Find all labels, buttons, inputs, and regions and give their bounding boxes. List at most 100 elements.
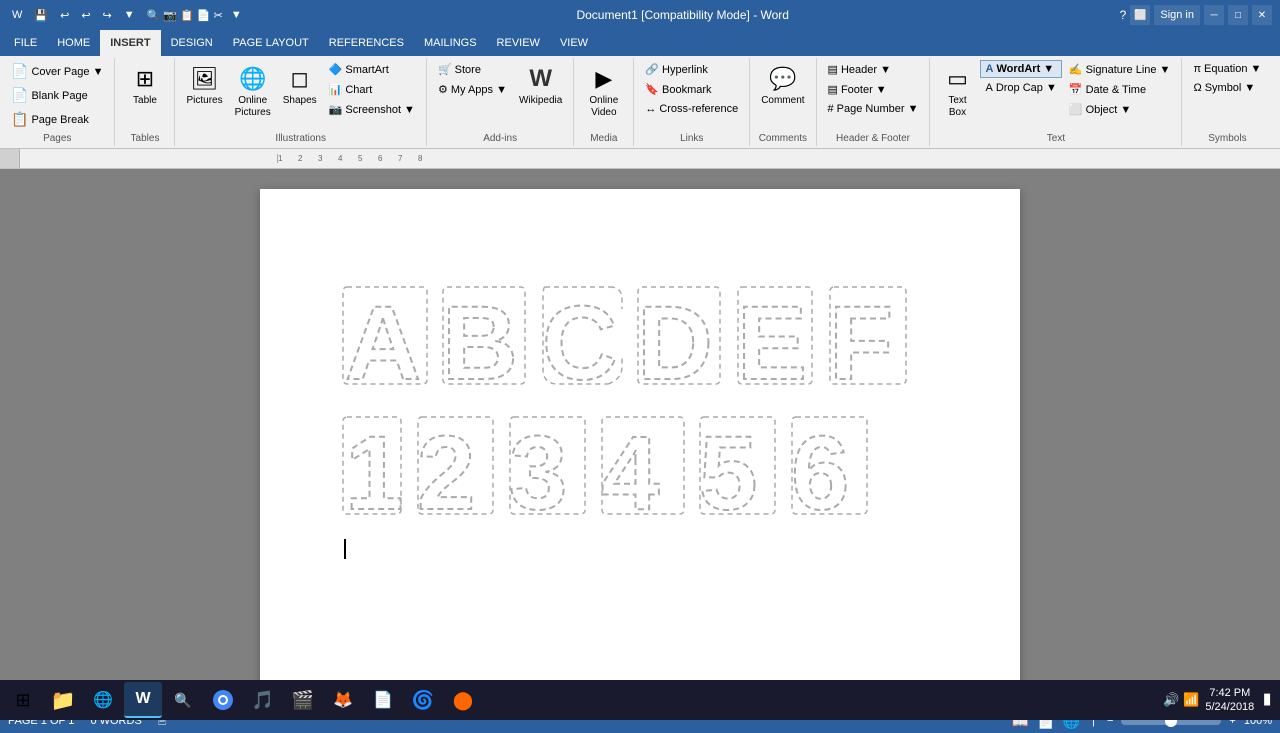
maximize-btn[interactable]: □ [1228,5,1248,25]
online-pictures-icon: 🌐 [237,63,269,95]
ribbon-group-links: 🔗 Hyperlink 🔖 Bookmark ↔ Cross-reference… [634,58,750,146]
word-logo-btn[interactable]: W [8,7,26,23]
page-number-icon: # [828,103,834,115]
hyperlink-btn[interactable]: 🔗 Hyperlink [640,60,743,79]
cross-reference-btn[interactable]: ↔ Cross-reference [640,100,743,118]
symbol-btn[interactable]: Ω Symbol ▼ [1188,79,1266,97]
bookmark-btn[interactable]: 🔖 Bookmark [640,80,743,99]
redo-btn[interactable]: ↪ [99,7,116,24]
tab-home[interactable]: HOME [47,30,100,56]
header-icon: ▤ [828,63,838,76]
screenshot-btn[interactable]: 📷 Screenshot ▼ [324,100,420,119]
system-tray: 🔊 📶 [1163,692,1199,708]
tab-design[interactable]: DESIGN [161,30,223,56]
help-btn[interactable]: ? [1120,8,1127,22]
page-break-btn[interactable]: 📋 Page Break [6,108,108,131]
header-footer-label: Header & Footer [823,133,924,144]
more-qat-btn[interactable]: ▼ [227,7,246,23]
ribbon-group-comments: 💬 Comment Comments [750,58,816,146]
clock: 7:42 PM 5/24/2018 [1205,686,1254,715]
text-box-btn[interactable]: ▭ TextBox [936,60,978,122]
chrome-btn[interactable] [204,682,242,718]
acrobat-btn[interactable]: 📄 [364,682,402,718]
tab-file[interactable]: FILE [4,30,47,56]
title-bar-controls: ? ⬜ Sign in ─ □ ✕ [1120,5,1272,25]
start-btn[interactable]: ⊞ [4,682,42,718]
equation-btn[interactable]: π Equation ▼ [1188,60,1266,78]
search-taskbar-btn[interactable]: 🔍 [164,682,202,718]
ribbon-tabs: FILE HOME INSERT DESIGN PAGE LAYOUT REFE… [0,30,1280,56]
letter-E-svg: E [735,279,817,389]
ribbon-group-illustrations: 🖼 Pictures 🌐 OnlinePictures ◻ Shapes 🔷 S… [175,58,426,146]
close-btn[interactable]: ✕ [1252,5,1272,25]
smartart-icon: 🔷 [329,63,343,76]
blank-page-btn[interactable]: 📄 Blank Page [6,84,108,107]
addins-label: Add-ins [433,133,567,144]
text-box-icon: ▭ [941,63,973,95]
title-bar-left: W 💾 ↩ ↩ ↪ ▼ 🔍 📷 📋 📄 ✂ ▼ [8,7,246,24]
app9-btn[interactable]: 🌀 [404,682,442,718]
show-desktop-btn[interactable]: ▊ [1260,695,1276,706]
pictures-btn[interactable]: 🖼 Pictures [181,60,227,110]
online-video-btn[interactable]: ▶ OnlineVideo [583,60,625,122]
my-apps-icon: ⚙ [438,83,448,96]
table-btn[interactable]: ⊞ Table [124,60,166,110]
links-buttons: 🔗 Hyperlink 🔖 Bookmark ↔ Cross-reference [640,60,743,131]
video-btn[interactable]: 🎬 [284,682,322,718]
footer-btn[interactable]: ▤ Footer ▼ [823,80,924,99]
store-btn[interactable]: 🛒 Store [433,60,512,79]
tab-review[interactable]: REVIEW [487,30,550,56]
document-page[interactable]: A B C D E [260,189,1020,689]
word-taskbar-btn[interactable]: W [124,682,162,718]
edge-btn[interactable]: 🌐 [84,682,122,718]
undo-btn[interactable]: ↩ [56,7,73,24]
text-label: Text [936,133,1175,144]
firefox-btn[interactable]: 🦊 [324,682,362,718]
blank-page-icon: 📄 [11,87,28,104]
date-time-btn[interactable]: 📅 Date & Time [1064,80,1176,99]
wikipedia-btn[interactable]: W Wikipedia [514,60,567,110]
app10-btn[interactable]: ⬤ [444,682,482,718]
wordart-btn[interactable]: A WordArt ▼ [980,60,1061,78]
tab-page-layout[interactable]: PAGE LAYOUT [223,30,319,56]
signature-line-btn[interactable]: ✍ Signature Line ▼ [1064,60,1176,79]
restore-ribbon-btn[interactable]: ⬜ [1130,5,1150,25]
cover-page-btn[interactable]: 📄 Cover Page ▼ [6,60,108,83]
wordart-icon: A [985,63,993,75]
header-btn[interactable]: ▤ Header ▼ [823,60,924,79]
object-btn[interactable]: ⬜ Object ▼ [1064,100,1176,119]
symbols-label: Symbols [1188,133,1266,144]
svg-text:A: A [345,285,421,389]
online-pictures-btn[interactable]: 🌐 OnlinePictures [230,60,276,122]
comment-btn[interactable]: 💬 Comment [756,60,809,110]
smartart-btn[interactable]: 🔷 SmartArt [324,60,420,79]
chrome-icon [212,689,234,711]
ribbon-group-addins: 🛒 Store ⚙ My Apps ▼ W Wikipedia Add-ins [427,58,574,146]
shapes-btn[interactable]: ◻ Shapes [278,60,322,110]
ribbon-group-header-footer: ▤ Header ▼ ▤ Footer ▼ # Page Number ▼ He… [817,58,931,146]
links-label: Links [640,133,743,144]
sign-in-btn[interactable]: Sign in [1154,5,1200,25]
tab-view[interactable]: VIEW [550,30,598,56]
online-video-icon: ▶ [588,63,620,95]
page-number-btn[interactable]: # Page Number ▼ [823,100,924,118]
tab-mailings[interactable]: MAILINGS [414,30,487,56]
vlc-btn[interactable]: 🎵 [244,682,282,718]
dropcap-btn[interactable]: A Drop Cap ▼ [980,79,1061,97]
minimize-btn[interactable]: ─ [1204,5,1224,25]
my-apps-btn[interactable]: ⚙ My Apps ▼ [433,80,512,99]
chart-btn[interactable]: 📊 Chart [324,80,420,99]
text-buttons: ▭ TextBox A WordArt ▼ A Drop Cap ▼ ✍ Sig… [936,60,1175,131]
tab-references[interactable]: REFERENCES [319,30,414,56]
save-btn[interactable]: 💾 [30,7,52,24]
pages-buttons: 📄 Cover Page ▼ 📄 Blank Page 📋 Page Break [6,60,108,131]
number-2-svg: 2 [415,409,497,519]
wikipedia-icon: W [525,63,557,95]
file-explorer-btn[interactable]: 📁 [44,682,82,718]
pictures-icon: 🖼 [189,63,221,95]
tab-insert[interactable]: INSERT [100,30,160,56]
media-label: Media [580,133,627,144]
customize-qat-btn[interactable]: ▼ [120,7,139,23]
undo2-btn[interactable]: ↩ [77,7,94,24]
letter-C-svg: C [540,279,625,389]
